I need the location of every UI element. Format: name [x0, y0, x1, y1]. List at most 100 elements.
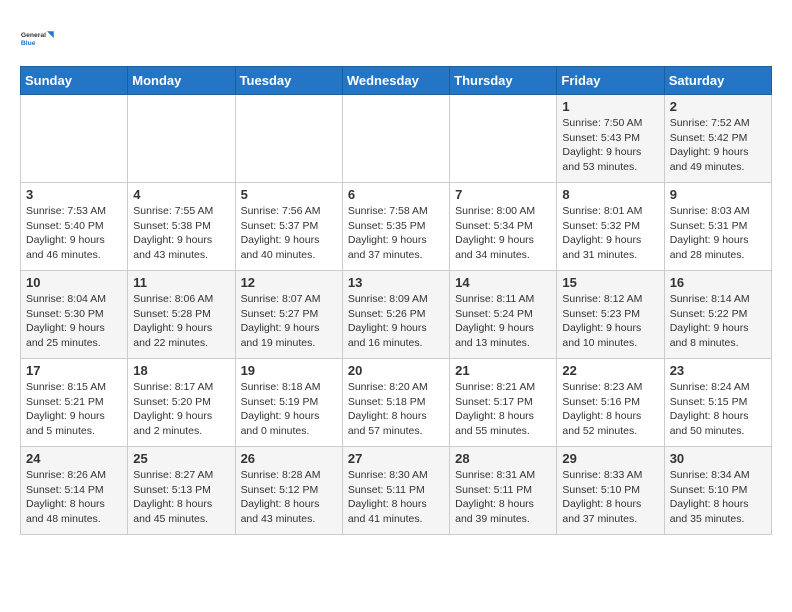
- day-number: 9: [670, 187, 766, 202]
- day-number: 4: [133, 187, 229, 202]
- day-number: 23: [670, 363, 766, 378]
- day-info: Sunrise: 8:03 AM Sunset: 5:31 PM Dayligh…: [670, 204, 766, 263]
- day-number: 1: [562, 99, 658, 114]
- calendar-cell: 5Sunrise: 7:56 AM Sunset: 5:37 PM Daylig…: [235, 183, 342, 271]
- day-number: 3: [26, 187, 122, 202]
- day-number: 22: [562, 363, 658, 378]
- header-tuesday: Tuesday: [235, 67, 342, 95]
- day-number: 10: [26, 275, 122, 290]
- day-info: Sunrise: 7:58 AM Sunset: 5:35 PM Dayligh…: [348, 204, 444, 263]
- header-wednesday: Wednesday: [342, 67, 449, 95]
- day-info: Sunrise: 8:26 AM Sunset: 5:14 PM Dayligh…: [26, 468, 122, 527]
- calendar-cell: 1 Sunrise: 7:50 AM Sunset: 5:43 PM Daylig…: [557, 95, 664, 183]
- day-info: Sunrise: 8:27 AM Sunset: 5:13 PM Dayligh…: [133, 468, 229, 527]
- day-info: Sunrise: 8:23 AM Sunset: 5:16 PM Dayligh…: [562, 380, 658, 439]
- day-info: Sunrise: 8:17 AM Sunset: 5:20 PM Dayligh…: [133, 380, 229, 439]
- day-info: Sunrise: 8:28 AM Sunset: 5:12 PM Dayligh…: [241, 468, 337, 527]
- calendar-cell: 25 Sunrise: 8:27 AM Sunset: 5:13 PM Dayli…: [128, 447, 235, 535]
- logo-icon: GeneralBlue: [20, 20, 56, 56]
- calendar-cell: 20Sunrise: 8:20 AM Sunset: 5:18 PM Dayli…: [342, 359, 449, 447]
- page-header: GeneralBlue: [20, 20, 772, 56]
- calendar-cell: 6 Sunrise: 7:58 AM Sunset: 5:35 PM Daylig…: [342, 183, 449, 271]
- calendar-cell: [342, 95, 449, 183]
- day-number: 11: [133, 275, 229, 290]
- day-info: Sunrise: 7:55 AM Sunset: 5:38 PM Dayligh…: [133, 204, 229, 263]
- logo: GeneralBlue: [20, 20, 56, 56]
- calendar-cell: 16Sunrise: 8:14 AM Sunset: 5:22 PM Dayli…: [664, 271, 771, 359]
- day-info: Sunrise: 8:33 AM Sunset: 5:10 PM Dayligh…: [562, 468, 658, 527]
- day-info: Sunrise: 8:06 AM Sunset: 5:28 PM Dayligh…: [133, 292, 229, 351]
- day-number: 15: [562, 275, 658, 290]
- calendar-week-5: 24 Sunrise: 8:26 AM Sunset: 5:14 PM Dayli…: [21, 447, 772, 535]
- calendar-cell: 29 Sunrise: 8:33 AM Sunset: 5:10 PM Dayli…: [557, 447, 664, 535]
- calendar-cell: 8 Sunrise: 8:01 AM Sunset: 5:32 PM Daylig…: [557, 183, 664, 271]
- calendar-cell: 4 Sunrise: 7:55 AM Sunset: 5:38 PM Daylig…: [128, 183, 235, 271]
- calendar-cell: [128, 95, 235, 183]
- calendar-cell: [450, 95, 557, 183]
- day-info: Sunrise: 8:31 AM Sunset: 5:11 PM Dayligh…: [455, 468, 551, 527]
- day-info: Sunrise: 8:01 AM Sunset: 5:32 PM Dayligh…: [562, 204, 658, 263]
- day-number: 17: [26, 363, 122, 378]
- calendar-cell: 22 Sunrise: 8:23 AM Sunset: 5:16 PM Dayli…: [557, 359, 664, 447]
- day-info: Sunrise: 8:07 AM Sunset: 5:27 PM Dayligh…: [241, 292, 337, 351]
- calendar-cell: 15 Sunrise: 8:12 AM Sunset: 5:23 PM Dayli…: [557, 271, 664, 359]
- day-info: Sunrise: 8:34 AM Sunset: 5:10 PM Dayligh…: [670, 468, 766, 527]
- calendar-cell: 21 Sunrise: 8:21 AM Sunset: 5:17 PM Dayli…: [450, 359, 557, 447]
- day-info: Sunrise: 8:18 AM Sunset: 5:19 PM Dayligh…: [241, 380, 337, 439]
- day-info: Sunrise: 8:24 AM Sunset: 5:15 PM Dayligh…: [670, 380, 766, 439]
- calendar-cell: 9 Sunrise: 8:03 AM Sunset: 5:31 PM Daylig…: [664, 183, 771, 271]
- day-info: Sunrise: 7:50 AM Sunset: 5:43 PM Dayligh…: [562, 116, 658, 175]
- day-info: Sunrise: 7:52 AM Sunset: 5:42 PM Dayligh…: [670, 116, 766, 175]
- calendar-header-row: SundayMondayTuesdayWednesdayThursdayFrid…: [21, 67, 772, 95]
- day-number: 21: [455, 363, 551, 378]
- calendar-table: SundayMondayTuesdayWednesdayThursdayFrid…: [20, 66, 772, 535]
- day-number: 26: [241, 451, 337, 466]
- calendar-cell: 2 Sunrise: 7:52 AM Sunset: 5:42 PM Daylig…: [664, 95, 771, 183]
- svg-text:Blue: Blue: [21, 40, 36, 47]
- calendar-cell: 12 Sunrise: 8:07 AM Sunset: 5:27 PM Dayli…: [235, 271, 342, 359]
- calendar-week-1: 1 Sunrise: 7:50 AM Sunset: 5:43 PM Daylig…: [21, 95, 772, 183]
- calendar-cell: 24 Sunrise: 8:26 AM Sunset: 5:14 PM Dayli…: [21, 447, 128, 535]
- calendar-cell: 14 Sunrise: 8:11 AM Sunset: 5:24 PM Dayli…: [450, 271, 557, 359]
- header-monday: Monday: [128, 67, 235, 95]
- calendar-week-4: 17Sunrise: 8:15 AM Sunset: 5:21 PM Dayli…: [21, 359, 772, 447]
- calendar-cell: [21, 95, 128, 183]
- day-number: 27: [348, 451, 444, 466]
- day-number: 6: [348, 187, 444, 202]
- svg-text:General: General: [21, 32, 46, 39]
- calendar-week-2: 3Sunrise: 7:53 AM Sunset: 5:40 PM Daylig…: [21, 183, 772, 271]
- day-info: Sunrise: 8:00 AM Sunset: 5:34 PM Dayligh…: [455, 204, 551, 263]
- day-info: Sunrise: 8:12 AM Sunset: 5:23 PM Dayligh…: [562, 292, 658, 351]
- day-info: Sunrise: 8:30 AM Sunset: 5:11 PM Dayligh…: [348, 468, 444, 527]
- day-number: 28: [455, 451, 551, 466]
- day-info: Sunrise: 8:04 AM Sunset: 5:30 PM Dayligh…: [26, 292, 122, 351]
- calendar-cell: 28 Sunrise: 8:31 AM Sunset: 5:11 PM Dayli…: [450, 447, 557, 535]
- calendar-cell: 11 Sunrise: 8:06 AM Sunset: 5:28 PM Dayli…: [128, 271, 235, 359]
- day-info: Sunrise: 8:21 AM Sunset: 5:17 PM Dayligh…: [455, 380, 551, 439]
- day-number: 8: [562, 187, 658, 202]
- day-number: 5: [241, 187, 337, 202]
- calendar-cell: 17Sunrise: 8:15 AM Sunset: 5:21 PM Dayli…: [21, 359, 128, 447]
- header-sunday: Sunday: [21, 67, 128, 95]
- calendar-cell: 30 Sunrise: 8:34 AM Sunset: 5:10 PM Dayli…: [664, 447, 771, 535]
- calendar-cell: 7Sunrise: 8:00 AM Sunset: 5:34 PM Daylig…: [450, 183, 557, 271]
- calendar-cell: 19Sunrise: 8:18 AM Sunset: 5:19 PM Dayli…: [235, 359, 342, 447]
- day-info: Sunrise: 8:09 AM Sunset: 5:26 PM Dayligh…: [348, 292, 444, 351]
- day-number: 29: [562, 451, 658, 466]
- day-number: 2: [670, 99, 766, 114]
- day-number: 24: [26, 451, 122, 466]
- day-number: 30: [670, 451, 766, 466]
- day-number: 13: [348, 275, 444, 290]
- day-info: Sunrise: 8:11 AM Sunset: 5:24 PM Dayligh…: [455, 292, 551, 351]
- day-number: 18: [133, 363, 229, 378]
- calendar-cell: 10 Sunrise: 8:04 AM Sunset: 5:30 PM Dayli…: [21, 271, 128, 359]
- day-number: 20: [348, 363, 444, 378]
- day-number: 14: [455, 275, 551, 290]
- day-info: Sunrise: 8:14 AM Sunset: 5:22 PM Dayligh…: [670, 292, 766, 351]
- day-number: 12: [241, 275, 337, 290]
- calendar-cell: 3Sunrise: 7:53 AM Sunset: 5:40 PM Daylig…: [21, 183, 128, 271]
- calendar-cell: 23 Sunrise: 8:24 AM Sunset: 5:15 PM Dayli…: [664, 359, 771, 447]
- header-thursday: Thursday: [450, 67, 557, 95]
- calendar-cell: 26 Sunrise: 8:28 AM Sunset: 5:12 PM Dayli…: [235, 447, 342, 535]
- day-number: 25: [133, 451, 229, 466]
